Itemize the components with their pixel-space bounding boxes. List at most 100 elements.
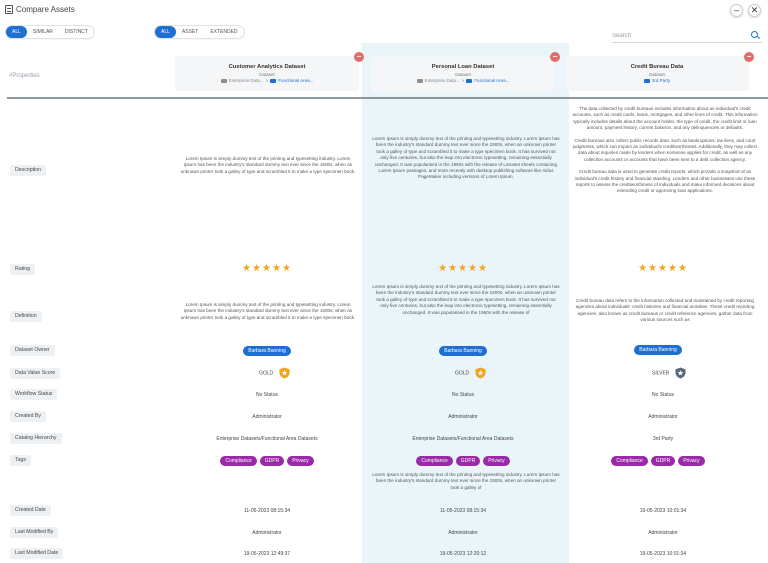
path-segment[interactable]: Functional Area... bbox=[474, 78, 509, 83]
asset-card[interactable]: Customer Analytics Dataset Dataset Enter… bbox=[175, 52, 364, 91]
last-modified-date-value: 19-05-2023 12:20:12 bbox=[439, 551, 487, 557]
tag-chip[interactable]: GDPR bbox=[455, 456, 481, 466]
definition-text: Credit bureau data refers to the informa… bbox=[575, 298, 755, 323]
last-modified-by-value: Administrator bbox=[448, 530, 478, 536]
definition-cell: Lorem Ipsum is simply dummy text of the … bbox=[372, 284, 560, 329]
description-cell: Lorem Ipsum is simply dummy text of the … bbox=[180, 156, 356, 175]
tags-cell: Compliance GDPR Privacy bbox=[175, 456, 359, 466]
tag-chip[interactable]: GDPR bbox=[650, 456, 676, 466]
created-by-value: Administrator bbox=[448, 414, 478, 420]
definition-text: Lorem Ipsum is simply dummy text of the … bbox=[180, 302, 356, 320]
owner-cell: Barbara Banning bbox=[371, 346, 555, 356]
folder-icon bbox=[416, 78, 423, 83]
score-cell: SILVER bbox=[652, 367, 686, 379]
score-text: SILVER bbox=[652, 370, 670, 377]
asset-name[interactable]: Customer Analytics Dataset bbox=[175, 64, 359, 70]
tag-chip[interactable]: GDPR bbox=[259, 456, 285, 466]
search-input[interactable] bbox=[612, 29, 742, 42]
search-icon[interactable] bbox=[751, 31, 758, 38]
scope-extended[interactable]: EXTENDED bbox=[204, 26, 243, 38]
silver-shield-icon bbox=[675, 367, 686, 379]
compare-icon bbox=[5, 5, 13, 14]
created-date-value: 19-05-2023 10:01:34 bbox=[639, 508, 687, 514]
owner-badge[interactable]: Barbara Banning bbox=[439, 346, 487, 356]
folder-icon bbox=[270, 78, 277, 83]
score-cell: GOLD bbox=[455, 367, 486, 379]
definition-cell: Lorem Ipsum is simply dummy text of the … bbox=[180, 302, 356, 321]
similarity-filter: ALL SIMILAR DISTINCT bbox=[6, 26, 94, 38]
tag-description: Lorem Ipsum is simply dummy text of the … bbox=[372, 472, 560, 490]
star-rating[interactable]: ★★★★★ bbox=[175, 263, 359, 274]
tags-cell: Compliance GDPR Privacy bbox=[566, 456, 750, 466]
asset-card[interactable]: Personal Loan Dataset Dataset Enterprise… bbox=[371, 52, 560, 91]
asset-type: Dataset bbox=[455, 72, 471, 77]
asset-path: 3rd Party bbox=[565, 78, 749, 83]
owner-badge[interactable]: Barbara Banning bbox=[243, 346, 291, 356]
tag-chip[interactable]: Compliance bbox=[416, 456, 453, 466]
created-date-value: 11-05-2023 08:15:34 bbox=[439, 508, 487, 514]
last-modified-by-value: Administrator bbox=[252, 530, 282, 536]
star-rating[interactable]: ★★★★★ bbox=[371, 263, 555, 274]
remove-asset-button[interactable]: − bbox=[550, 52, 560, 62]
minimize-button[interactable]: – bbox=[730, 4, 743, 17]
asset-name[interactable]: Personal Loan Dataset bbox=[371, 64, 555, 70]
definition-cell: Credit bureau data refers to the informa… bbox=[570, 298, 760, 330]
tag-chip[interactable]: Privacy bbox=[678, 456, 705, 466]
remove-asset-button[interactable]: − bbox=[354, 52, 364, 62]
owner-cell: Barbara Banning bbox=[566, 345, 750, 355]
row-label-owner: Dataset Owner bbox=[10, 345, 55, 356]
asset-card[interactable]: Credit Bureau Data Dataset 3rd Party − bbox=[565, 52, 754, 91]
description-text: Lorem Ipsum is simply dummy text of the … bbox=[372, 136, 560, 180]
description-text: The data collected by credit bureaus inc… bbox=[572, 106, 758, 131]
last-modified-by-value: Administrator bbox=[648, 530, 678, 536]
header-divider bbox=[7, 97, 768, 99]
row-label-definition: Definition bbox=[10, 311, 42, 322]
description-text: Lorem Ipsum is simply dummy text of the … bbox=[180, 156, 356, 174]
tag-chip[interactable]: Compliance bbox=[220, 456, 257, 466]
path-segment[interactable]: Enterprise Data... bbox=[425, 78, 460, 83]
workflow-status: No Status bbox=[652, 392, 674, 398]
filter-similar[interactable]: SIMILAR bbox=[27, 26, 59, 38]
asset-type: Dataset bbox=[649, 72, 665, 77]
scope-filter: ALL ASSET EXTENDED bbox=[155, 26, 244, 38]
folder-icon bbox=[466, 78, 473, 83]
path-segment[interactable]: Functional Area... bbox=[278, 78, 313, 83]
asset-type: Dataset bbox=[259, 72, 275, 77]
path-segment[interactable]: 3rd Party bbox=[652, 78, 670, 83]
score-text: GOLD bbox=[455, 370, 470, 377]
path-segment[interactable]: Enterprise Data... bbox=[229, 78, 264, 83]
row-label-created-date: Created Date bbox=[10, 505, 51, 516]
properties-label: #Properties bbox=[9, 73, 40, 79]
row-label-rating: Rating bbox=[10, 264, 35, 275]
scope-all[interactable]: ALL bbox=[155, 26, 176, 38]
window-title: Compare Assets bbox=[16, 5, 75, 14]
tag-chip[interactable]: Privacy bbox=[483, 456, 510, 466]
workflow-status: No Status bbox=[452, 392, 474, 398]
workflow-status: No Status bbox=[256, 392, 278, 398]
owner-badge[interactable]: Barbara Banning bbox=[634, 345, 682, 355]
remove-asset-button[interactable]: − bbox=[744, 52, 754, 62]
row-label-score: Data Value Score bbox=[10, 368, 61, 379]
owner-cell: Barbara Banning bbox=[175, 346, 359, 356]
hierarchy-value: Enterprise Datasets/Functional Area Data… bbox=[412, 436, 514, 442]
folder-icon bbox=[643, 78, 650, 83]
created-by-value: Administrator bbox=[648, 414, 678, 420]
tags-cell: Compliance GDPR Privacy bbox=[371, 456, 555, 466]
last-modified-date-value: 19-05-2023 12:49:37 bbox=[243, 551, 291, 557]
filter-all[interactable]: ALL bbox=[6, 26, 27, 38]
tag-chip[interactable]: Compliance bbox=[611, 456, 648, 466]
tag-chip[interactable]: Privacy bbox=[287, 456, 314, 466]
title-bar: Compare Assets – ✕ bbox=[0, 0, 768, 20]
asset-name[interactable]: Credit Bureau Data bbox=[565, 64, 749, 70]
definition-text: Lorem Ipsum is simply dummy text of the … bbox=[372, 284, 560, 315]
close-button[interactable]: ✕ bbox=[748, 4, 761, 17]
gold-shield-icon bbox=[279, 367, 290, 379]
scope-asset[interactable]: ASSET bbox=[176, 26, 204, 38]
search-box bbox=[612, 29, 762, 43]
filter-distinct[interactable]: DISTINCT bbox=[59, 26, 94, 38]
score-cell: GOLD bbox=[259, 367, 290, 379]
star-rating[interactable]: ★★★★★ bbox=[571, 263, 755, 274]
path-separator: > bbox=[265, 78, 269, 83]
created-by-value: Administrator bbox=[252, 414, 282, 420]
row-label-created-by: Created By bbox=[10, 411, 46, 422]
